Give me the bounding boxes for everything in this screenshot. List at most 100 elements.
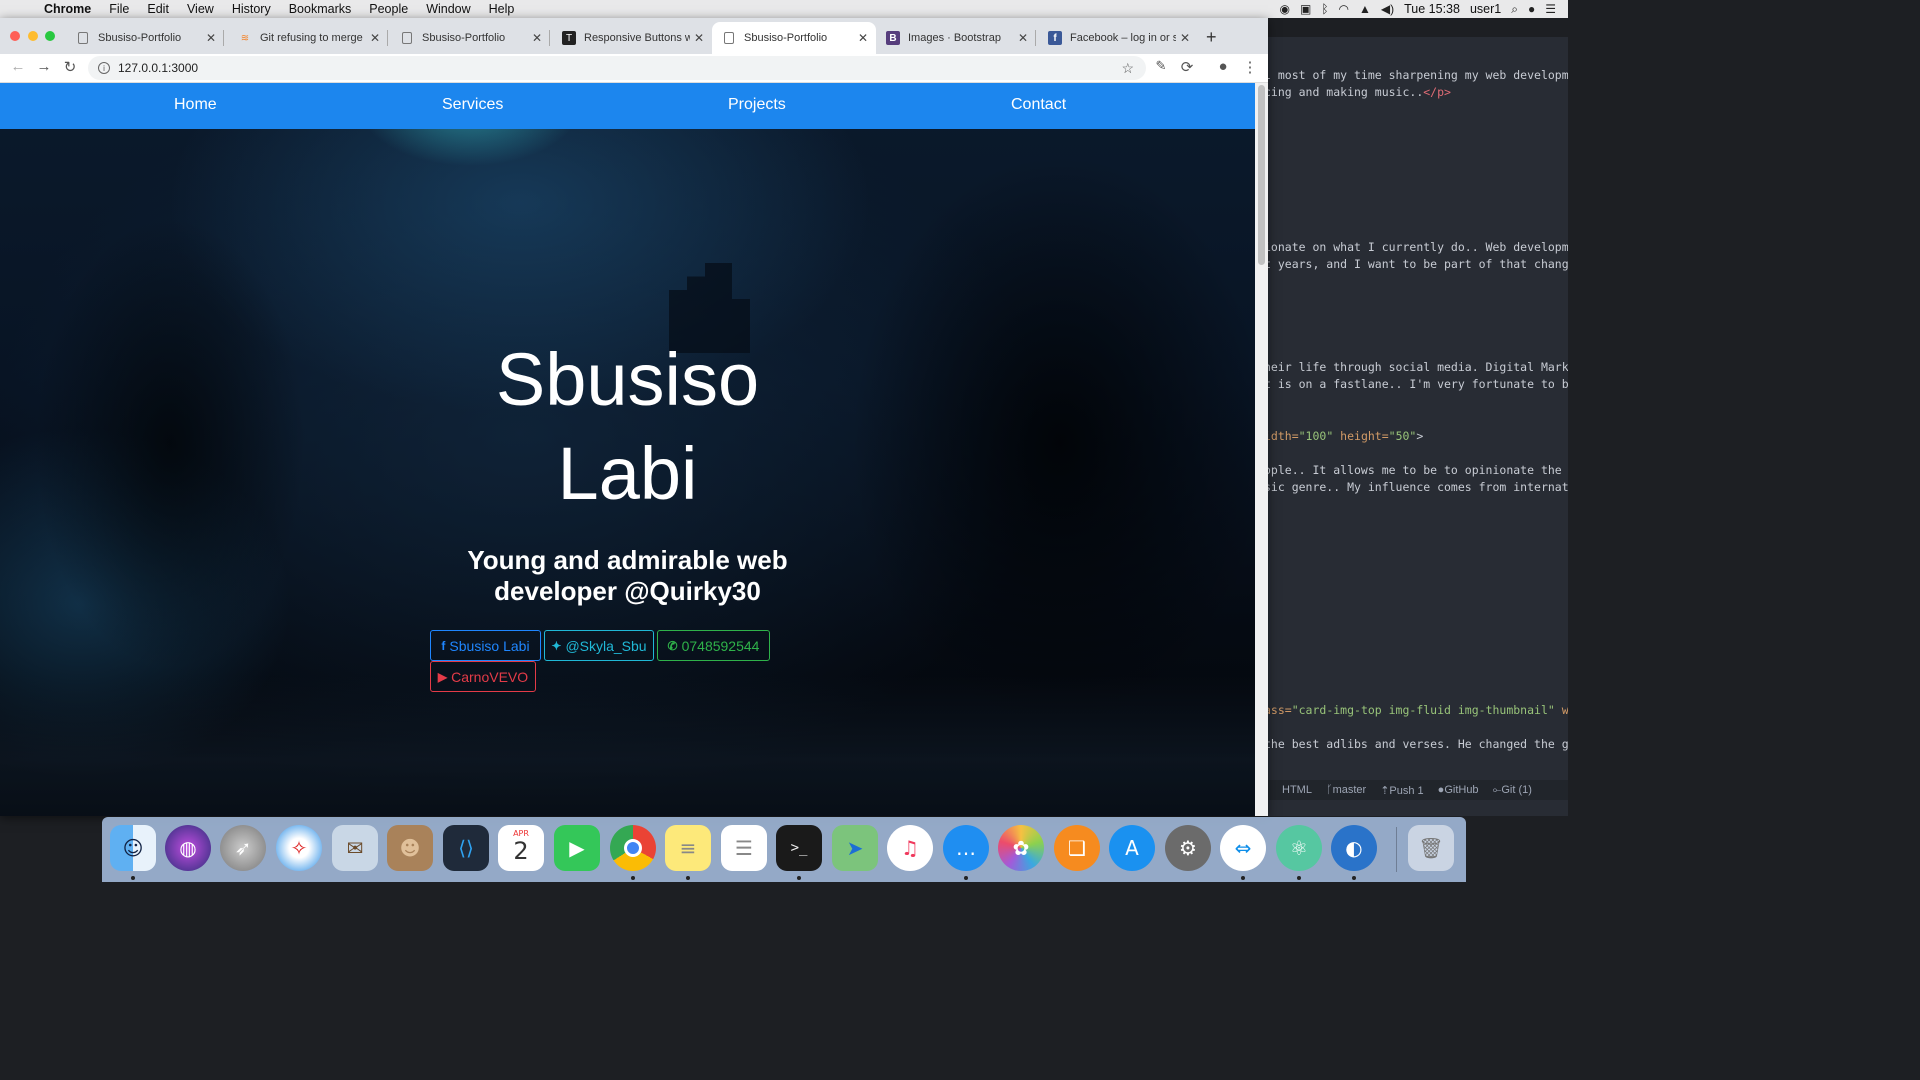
nav-contact[interactable]: Contact	[1011, 96, 1066, 114]
browser-tab[interactable]: Sbusiso-Portfolio ✕	[390, 22, 550, 54]
spotlight-search-icon[interactable]: ⌕	[1511, 2, 1518, 17]
nav-services[interactable]: Services	[442, 96, 503, 114]
facebook-button[interactable]: f Sbusiso Labi	[430, 630, 541, 661]
close-icon[interactable]: ✕	[366, 31, 384, 45]
running-indicator	[1297, 876, 1301, 880]
close-icon[interactable]: ✕	[854, 31, 872, 45]
back-icon[interactable]: ←	[8, 58, 28, 75]
menu-user[interactable]: user1	[1470, 2, 1501, 16]
extension-icon[interactable]: ⟳	[1177, 58, 1197, 76]
running-indicator	[686, 876, 690, 880]
menu-window[interactable]: Window	[417, 2, 479, 16]
status-git[interactable]: ⟜Git (1)	[1493, 784, 1532, 797]
macos-dock: ☺ ◍ ➶ ✧ ✉ ☻ ⟨⟩ APR 2 ▶ ≡ ☰ >_ ➤ ♫ … ✿ ❑ …	[102, 817, 1466, 882]
close-icon[interactable]: ✕	[202, 31, 220, 45]
messages-icon[interactable]: …	[943, 825, 989, 871]
finder-icon[interactable]: ☺	[110, 825, 156, 871]
whatsapp-button[interactable]: ✆ 0748592544	[657, 630, 770, 661]
chrome-icon[interactable]	[610, 825, 656, 871]
menu-bookmarks[interactable]: Bookmarks	[280, 2, 361, 16]
browser-tab-active[interactable]: Sbusiso-Portfolio ✕	[712, 22, 876, 54]
shield-icon[interactable]: ◉	[1279, 2, 1289, 16]
screen-share-icon[interactable]: ▣	[1300, 2, 1311, 16]
close-icon[interactable]: ✕	[690, 31, 708, 45]
bootstrap-icon: B	[886, 31, 900, 45]
hero-name: Sbusiso Labi	[495, 338, 760, 515]
eyedropper-extension-icon[interactable]: ✎	[1151, 58, 1171, 74]
page-scrollbar[interactable]	[1255, 83, 1268, 816]
status-branch[interactable]: ᚴmaster	[1326, 784, 1366, 796]
atom-icon[interactable]: ⚛	[1276, 825, 1322, 871]
bluetooth-icon[interactable]: ᛒ	[1321, 2, 1328, 16]
facebook-icon: f	[441, 638, 446, 653]
reload-icon[interactable]: ↻	[60, 58, 80, 76]
menu-app-name[interactable]: Chrome	[44, 2, 100, 16]
close-icon[interactable]: ✕	[528, 31, 546, 45]
bookmark-star-icon[interactable]: ☆	[1121, 60, 1134, 77]
status-github[interactable]: ●GitHub	[1438, 784, 1479, 796]
close-icon[interactable]: ✕	[1014, 31, 1032, 45]
browser-tab[interactable]: Sbusiso-Portfolio ✕	[66, 22, 224, 54]
system-preferences-icon[interactable]: ⚙	[1165, 825, 1211, 871]
running-indicator	[631, 876, 635, 880]
nav-projects[interactable]: Projects	[728, 96, 786, 114]
menu-history[interactable]: History	[223, 2, 280, 16]
unknown-app-icon[interactable]: ◐	[1331, 825, 1377, 871]
teamviewer-icon[interactable]: ⇔	[1220, 825, 1266, 871]
maps-icon[interactable]: ➤	[832, 825, 878, 871]
siri-icon[interactable]: ◍	[165, 825, 211, 871]
browser-tab[interactable]: ≋ Git refusing to merge u ✕	[228, 22, 388, 54]
menu-file[interactable]: File	[100, 2, 138, 16]
profile-icon[interactable]: ●	[1213, 58, 1233, 75]
close-icon[interactable]: ✕	[1176, 31, 1194, 45]
forward-icon[interactable]: →	[34, 58, 54, 75]
menu-view[interactable]: View	[178, 2, 223, 16]
minimize-window-button[interactable]	[28, 31, 38, 41]
notification-center-icon[interactable]: ☰	[1545, 2, 1556, 16]
volume-icon[interactable]: ◀)	[1381, 2, 1394, 16]
code-line: ass="card-img-top img-fluid img-thumbnai…	[1268, 703, 1568, 717]
wifi-icon[interactable]: ◠	[1339, 2, 1349, 16]
browser-toolbar: ← → ↻ i 127.0.0.1:3000 ☆ ✎ ⟳ ● ⋮	[0, 54, 1268, 83]
twitter-button[interactable]: ✦ @Skyla_Sbu	[544, 630, 654, 661]
siri-icon[interactable]: ●	[1528, 2, 1535, 16]
code-line: ople.. It allows me to be to opinionate …	[1268, 463, 1568, 477]
app-store-icon[interactable]: A	[1109, 825, 1155, 871]
contacts-icon[interactable]: ☻	[387, 825, 433, 871]
vscode-icon[interactable]: ⟨⟩	[443, 825, 489, 871]
terminal-icon[interactable]: >_	[776, 825, 822, 871]
menu-edit[interactable]: Edit	[138, 2, 178, 16]
code-line: l most of my time sharpening my web deve…	[1268, 68, 1568, 82]
browser-tab[interactable]: T Responsive Buttons wit ✕	[552, 22, 712, 54]
new-tab-button[interactable]: +	[1206, 28, 1217, 46]
trash-icon[interactable]: 🗑	[1408, 825, 1454, 871]
close-window-button[interactable]	[10, 31, 20, 41]
notes-icon[interactable]: ≡	[665, 825, 711, 871]
menu-clock[interactable]: Tue 15:38	[1404, 2, 1460, 16]
photos-icon[interactable]: ✿	[998, 825, 1044, 871]
address-bar[interactable]: i 127.0.0.1:3000 ☆	[88, 56, 1146, 80]
zoom-window-button[interactable]	[45, 31, 55, 41]
browser-tab[interactable]: f Facebook – log in or sig ✕	[1038, 22, 1198, 54]
airplay-icon[interactable]: ▲	[1359, 2, 1371, 16]
menu-people[interactable]: People	[360, 2, 417, 16]
itunes-icon[interactable]: ♫	[887, 825, 933, 871]
ibooks-icon[interactable]: ❑	[1054, 825, 1100, 871]
calendar-icon[interactable]: APR 2	[498, 825, 544, 871]
info-icon[interactable]: i	[98, 62, 110, 74]
safari-icon[interactable]: ✧	[276, 825, 322, 871]
youtube-button[interactable]: ▶ CarnoVEVO	[430, 661, 536, 692]
scrollbar-thumb[interactable]	[1258, 85, 1265, 265]
facetime-icon[interactable]: ▶	[554, 825, 600, 871]
mail-icon[interactable]: ✉	[332, 825, 378, 871]
menu-kebab-icon[interactable]: ⋮	[1240, 58, 1260, 76]
twitter-icon: ✦	[551, 638, 562, 653]
nav-home[interactable]: Home	[174, 96, 217, 114]
status-push[interactable]: ⇡Push 1	[1380, 784, 1423, 797]
status-grammar[interactable]: HTML	[1282, 784, 1312, 796]
browser-tab[interactable]: B Images · Bootstrap ✕	[876, 22, 1036, 54]
address-url[interactable]: 127.0.0.1:3000	[118, 61, 198, 75]
menu-help[interactable]: Help	[480, 2, 524, 16]
launchpad-icon[interactable]: ➶	[220, 825, 266, 871]
reminders-icon[interactable]: ☰	[721, 825, 767, 871]
